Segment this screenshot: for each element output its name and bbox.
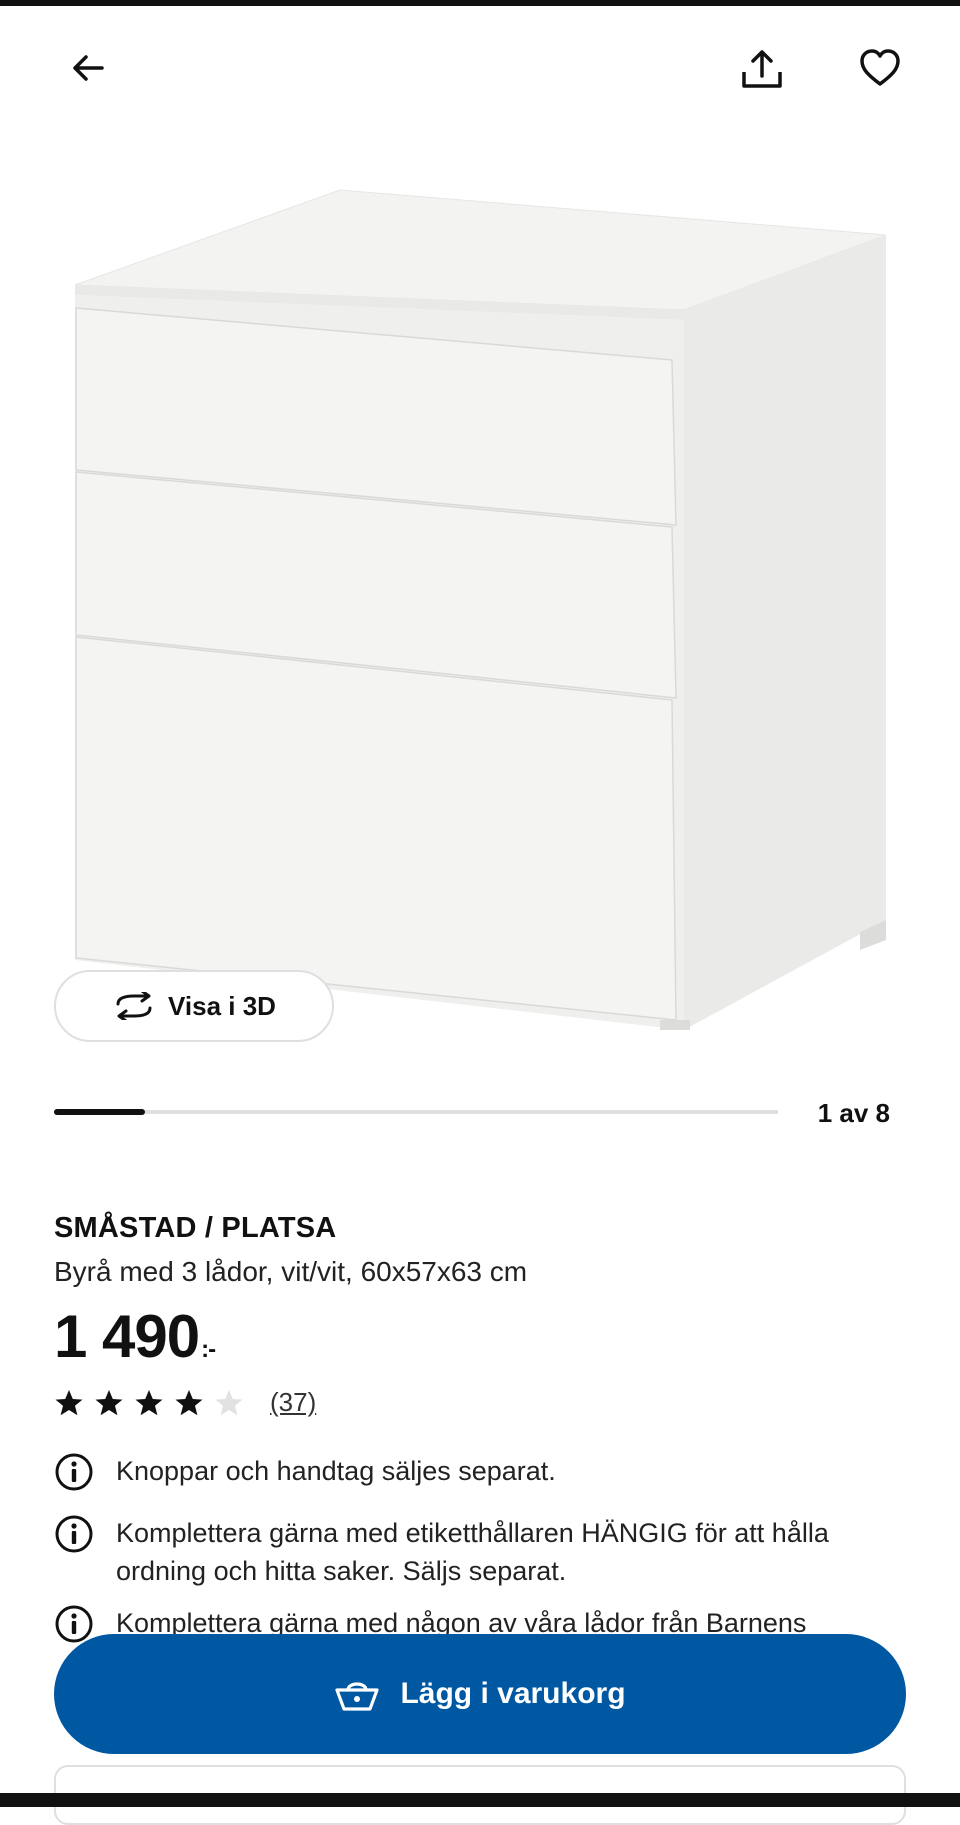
product-rating[interactable]: (37) bbox=[54, 1387, 316, 1418]
rating-stars bbox=[54, 1388, 244, 1418]
back-button[interactable] bbox=[56, 36, 120, 100]
star-empty-icon bbox=[214, 1388, 244, 1418]
bottom-bar-edge bbox=[0, 1793, 960, 1807]
gallery-progress-bar bbox=[54, 1109, 778, 1115]
star-filled-icon bbox=[54, 1388, 84, 1418]
product-name: SMÅSTAD / PLATSA bbox=[54, 1212, 337, 1244]
gallery-progress-fill bbox=[54, 1109, 145, 1115]
basket-icon bbox=[335, 1682, 380, 1711]
price-amount: 1 490 bbox=[54, 1303, 200, 1370]
view-in-3d-label: Visa i 3D bbox=[168, 990, 276, 1021]
share-button[interactable] bbox=[730, 38, 794, 102]
product-image[interactable] bbox=[0, 150, 960, 1050]
dresser-illustration bbox=[74, 189, 887, 1030]
rotate-3d-icon bbox=[116, 992, 152, 1020]
review-count-link[interactable]: (37) bbox=[270, 1387, 316, 1418]
price-suffix: :- bbox=[201, 1336, 216, 1363]
star-filled-icon bbox=[134, 1388, 164, 1418]
heart-icon bbox=[860, 49, 900, 86]
info-icon bbox=[55, 1605, 93, 1643]
share-icon bbox=[742, 50, 782, 88]
info-note-text: Knoppar och handtag säljes separat. bbox=[116, 1456, 556, 1486]
add-to-cart-label: Lägg i varukorg bbox=[400, 1677, 626, 1710]
product-price: 1 490:- bbox=[54, 1302, 216, 1371]
info-note: Knoppar och handtag säljes separat. bbox=[54, 1452, 894, 1492]
add-to-cart-button[interactable]: Lägg i varukorg bbox=[54, 1634, 906, 1754]
star-filled-icon bbox=[94, 1388, 124, 1418]
arrow-left-icon bbox=[73, 55, 104, 81]
gallery-counter: 1 av 8 bbox=[817, 1098, 890, 1128]
star-filled-icon bbox=[174, 1388, 204, 1418]
product-description: Byrå med 3 lådor, vit/vit, 60x57x63 cm bbox=[54, 1256, 528, 1287]
status-bar-edge bbox=[0, 0, 960, 6]
info-note: Komplettera gärna med etiketthållaren HÄ… bbox=[54, 1514, 894, 1590]
info-icon bbox=[55, 1515, 93, 1553]
view-in-3d-button[interactable]: Visa i 3D bbox=[54, 970, 334, 1042]
info-icon bbox=[55, 1453, 93, 1491]
favorite-button[interactable] bbox=[848, 36, 912, 100]
info-note-text: Komplettera gärna med etiketthållaren HÄ… bbox=[116, 1518, 829, 1586]
